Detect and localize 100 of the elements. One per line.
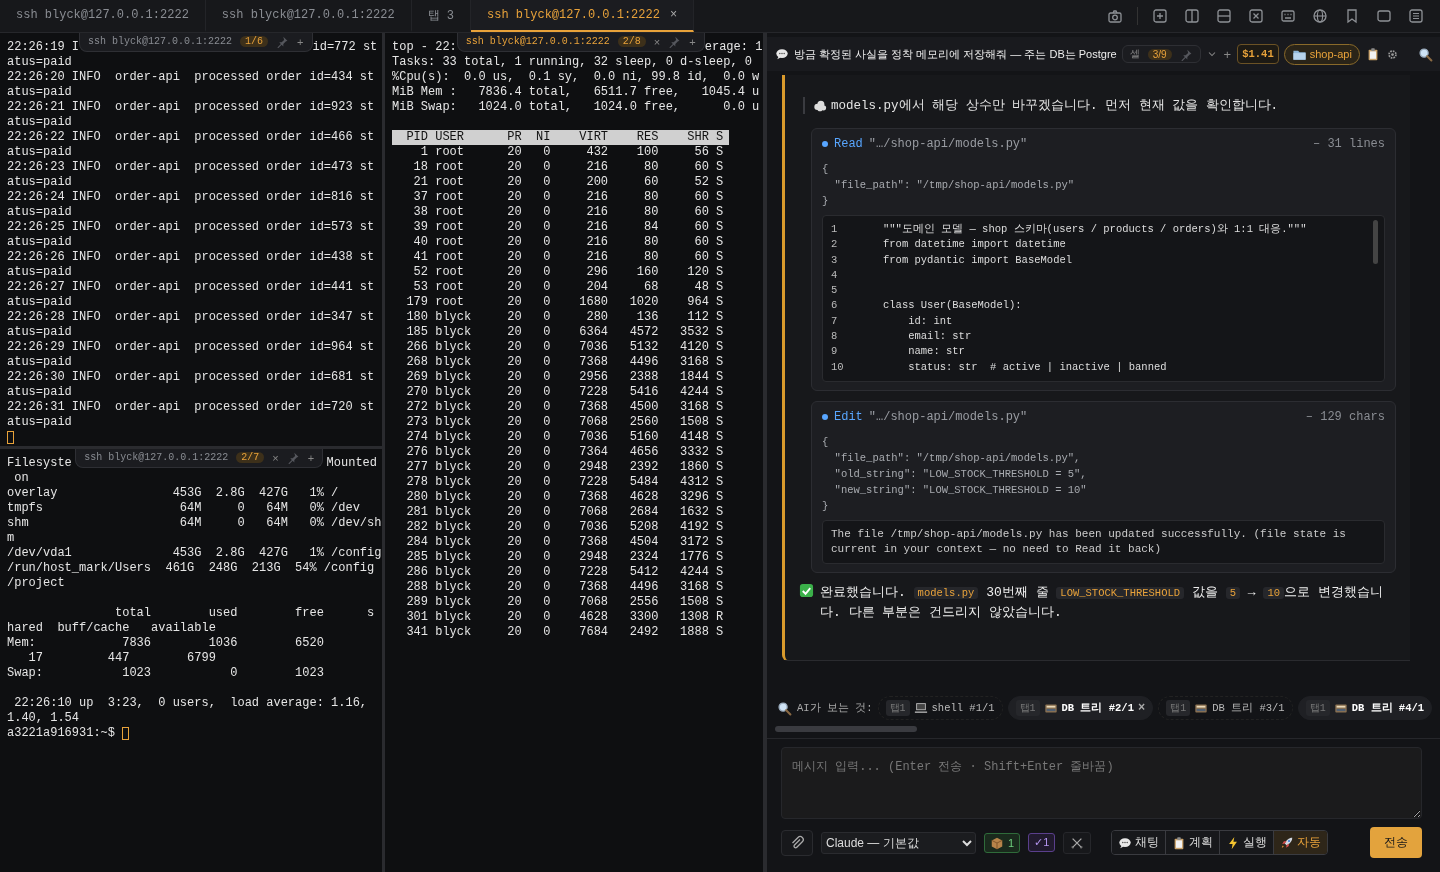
line-number: 2: [831, 237, 839, 253]
process-row-text: 179 root 20 0 1680 1020 964 S: [405, 295, 725, 310]
terminal-line: overlay 453G 2.8G 427G 1% /: [7, 486, 340, 501]
process-row-text: 301 blyck 20 0 4628 3300 1308 R: [405, 610, 725, 625]
terminal-line: /project: [7, 576, 66, 591]
project-button[interactable]: shop-api: [1283, 43, 1360, 65]
terminal-line: 22:26:21 INFO order-api processed order id=923 st: [7, 100, 376, 115]
process-row-text: 53 root 20 0 204 68 48 S: [412, 280, 725, 295]
add-button[interactable]: +: [689, 35, 696, 48]
send-button[interactable]: 전송: [1370, 827, 1422, 858]
terminal-line: 22:26:23 INFO order-api processed order id=473 st: [7, 160, 376, 175]
terminal-line: 22:26:30 INFO order-api processed order id=681 st: [7, 370, 376, 385]
model-select[interactable]: Claude — 기본값: [821, 831, 976, 854]
tool-result: The file /tmp/shop-api/models.py has been updated successfully. (file state is current in your context — no need to Read it back): [822, 519, 1385, 564]
process-row-text: 281 blyck 20 0 7068 2684 1632 S: [405, 505, 725, 520]
close-button[interactable]: ×: [272, 451, 279, 464]
add-button[interactable]: +: [297, 35, 304, 48]
cell-label: 셀: [1129, 47, 1140, 61]
code-line: status: str # active | inactive | banned: [907, 359, 1168, 375]
code-line: """도메인 모델 — shop 스키마(users / products / orders)와 1:1 대응.""": [883, 222, 1307, 237]
terminal-line: total used free s: [114, 606, 376, 621]
mode-tab[interactable]: 실행: [1220, 831, 1275, 854]
pane-badge: 2/7: [236, 452, 265, 463]
process-row-text: 37 root 20 0 216 80 60 S: [412, 190, 725, 205]
terminal-line: atus=paid: [7, 175, 73, 190]
process-row-text: 276 blyck 20 0 7364 4656 3332 S: [405, 445, 725, 460]
context-chip[interactable]: 탭1 DB 트리 #4/1: [1297, 696, 1433, 720]
json-line: "new_string": "LOW_STOCK_THRESHOLD = 10": [833, 482, 1088, 498]
pane-header[interactable]: ssh blyck@127.0.0.1:2222 1/6 +: [79, 33, 313, 52]
process-row-text: 39 root 20 0 216 84 60 S: [412, 220, 725, 235]
tab[interactable]: ssh blyck@127.0.0.1:2222: [205, 0, 412, 32]
terminal-line: MiB Mem : 7836.4 total, 6511.7 free, 1045.4 u: [392, 85, 758, 100]
mode-tab[interactable]: 계획: [1166, 831, 1221, 854]
chat-title: 방금 확정된 사실을 정착 메모리에 저장해줘 — 주는 DB는 Postgre: [794, 46, 1117, 62]
mode-tab[interactable]: 자동: [1274, 831, 1328, 854]
process-row-text: 282 blyck 20 0 7036 5208 4192 S: [405, 520, 725, 535]
code-line: name: str: [907, 344, 966, 360]
terminal-line: 22:26:25 INFO order-api processed order id=573 st: [7, 220, 376, 235]
code-line: from datetime import datetime: [883, 237, 1067, 253]
context-chip[interactable]: 탭1 DB 트리 #2/1 ×: [1007, 696, 1154, 720]
mode-tab[interactable]: 채팅: [1112, 831, 1167, 854]
terminal-line: 22:26:31 INFO order-api processed order id=720 st: [7, 400, 376, 415]
terminal-line: m: [7, 531, 16, 546]
process-row-text: 18 root 20 0 216 80 60 S: [412, 160, 725, 175]
terminal-line: 17 447 6799: [27, 651, 217, 666]
json-line: {: [822, 162, 830, 177]
process-row-text: 52 root 20 0 296 160 120 S: [412, 265, 725, 280]
process-row-text: 185 blyck 20 0 6364 4572 3532 S: [405, 325, 725, 340]
tab[interactable]: ssh blyck@127.0.0.1:2222 ×: [471, 0, 695, 32]
process-row-text: 266 blyck 20 0 7036 5132 4120 S: [405, 340, 725, 355]
process-row-text: 284 blyck 20 0 7368 4504 3172 S: [405, 535, 725, 550]
process-row-text: 273 blyck 20 0 7068 2560 1508 S: [405, 415, 725, 430]
terminal-line: Swap: 1023 0 1023: [7, 666, 325, 681]
close-button[interactable]: ×: [653, 35, 661, 48]
tool-name: Edit: [834, 409, 863, 424]
pane-header[interactable]: ssh blyck@127.0.0.1:2222 2/8 × +: [456, 33, 705, 52]
context-label: AI가 보는 것:: [797, 701, 873, 715]
terminal-line: 22:26:26 INFO order-api processed order id=438 st: [7, 250, 376, 265]
check-count: ✓1: [1028, 833, 1056, 852]
terminal-line: atus=paid: [7, 115, 73, 130]
add-button[interactable]: +: [1222, 46, 1233, 62]
add-button[interactable]: +: [307, 451, 315, 464]
process-row-text: 278 blyck 20 0 7228 5484 4312 S: [405, 475, 725, 490]
terminal-line: /run/host_mark/Users 461G 248G 213G 54% /config: [7, 561, 376, 576]
json-line: }: [822, 498, 830, 514]
code-line: email: str: [907, 329, 973, 345]
terminal-line: atus=paid: [7, 235, 73, 250]
process-row-text: 268 blyck 20 0 7368 4496 3168 S: [405, 355, 725, 370]
line-number: 3: [831, 252, 839, 268]
line-number: 4: [831, 267, 839, 283]
process-row-text: 38 root 20 0 216 80 60 S: [412, 205, 725, 220]
table-header: PID USER PR NI VIRT RES SHR S: [392, 130, 730, 145]
line-number: 7: [831, 313, 839, 329]
code-line: id: int: [907, 313, 954, 329]
pane-header[interactable]: ssh blyck@127.0.0.1:2222 2/7 × +: [75, 449, 324, 468]
terminal-line: 1.40, 1.54: [7, 711, 80, 726]
tool-meta: – 31 lines: [1313, 137, 1385, 151]
terminal-line: 22:26:19 I: [7, 40, 79, 55]
terminal-line: 22:26:29 INFO order-api processed order id=964 st: [7, 340, 376, 355]
thinking-text: models.py에서 해당 상수만 바꾸겠습니다. 먼저 현재 값을 확인합니다.: [831, 98, 1279, 114]
cell-pill[interactable]: 셀 3/9: [1121, 45, 1201, 63]
message-input[interactable]: 메시지 입력... (Enter 전송 · Shift+Enter 줄바꿈): [781, 747, 1422, 819]
terminal-line: atus=paid: [7, 85, 73, 100]
line-number: 1: [831, 222, 839, 237]
process-row-text: 285 blyck 20 0 2948 2324 1776 S: [405, 550, 725, 565]
line-number: 9: [831, 344, 839, 360]
pane-title: ssh blyck@127.0.0.1:2222: [465, 36, 610, 47]
tool-path: "…/shop-api/models.py": [868, 137, 1028, 151]
cost-button[interactable]: $1.41: [1237, 44, 1279, 64]
terminal-line: top - 22:: [392, 40, 457, 55]
process-row-text: 269 blyck 20 0 2956 2388 1844 S: [405, 370, 725, 385]
terminal-line: id=772 st: [312, 40, 378, 55]
tool-name: Read: [834, 137, 863, 151]
shell-prompt: a3221a916931:~$: [7, 726, 116, 741]
terminal-line: atus=paid: [7, 145, 73, 160]
assistant-reply: 완료했습니다. models.py 30번째 줄 LOW_STOCK_THRESHOLD 값을 5 → 10 으로 변경했습니다. 다른 부분은 건드리지 않았습니다.: [820, 583, 1384, 622]
tab[interactable]: ssh blyck@127.0.0.1:2222: [0, 0, 206, 32]
terminal-line: atus=paid: [7, 415, 73, 430]
close-icon[interactable]: ×: [669, 8, 678, 22]
process-row-text: 274 blyck 20 0 7036 5160 4148 S: [405, 430, 725, 445]
